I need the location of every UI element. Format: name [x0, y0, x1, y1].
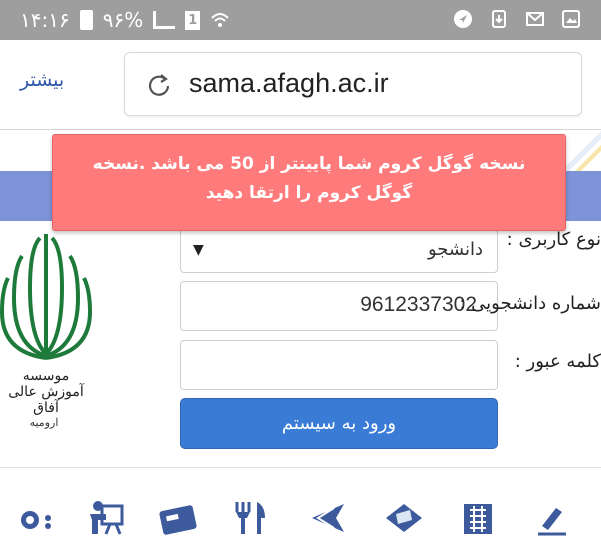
bank-card-icon[interactable]	[157, 498, 201, 538]
battery-icon	[79, 10, 93, 30]
logo-subtitle: ارومیه	[29, 416, 59, 429]
browser-screen: ۱۴:۱۶ ۹۶% 1 بیشتر sama.afagh.ac.ir موسسه…	[0, 0, 601, 556]
logo-caption: موسسه آموزش عالی آفاق	[8, 368, 84, 416]
restaurant-icon[interactable]	[227, 498, 271, 538]
student-id-input[interactable]: 9612337302	[180, 281, 498, 331]
building-icon[interactable]	[456, 498, 500, 538]
download-icon	[492, 10, 506, 28]
sim-indicator: 1	[185, 10, 201, 30]
browser-toolbar: بیشتر sama.afagh.ac.ir	[0, 40, 601, 130]
navigation-icon	[454, 10, 472, 28]
institute-logo: موسسه آموزش عالی آفاق ارومیه	[0, 228, 92, 438]
image-icon	[562, 10, 580, 28]
student-id-label: شماره دانشجویی :	[459, 293, 601, 314]
quick-access-bar	[0, 467, 601, 556]
password-label: کلمه عبور :	[514, 351, 601, 372]
settings-icon[interactable]	[14, 498, 58, 538]
login-button[interactable]: ورود به سیستم	[180, 398, 498, 449]
address-bar[interactable]: sama.afagh.ac.ir	[124, 52, 582, 116]
back-arrow-icon[interactable]	[304, 498, 348, 538]
user-type-value: دانشجو	[427, 239, 483, 260]
sms-icon[interactable]	[382, 498, 426, 538]
browser-version-alert: نسخه گوگل کروم شما پایینتر از 50 می باشد…	[52, 134, 566, 231]
corner-decoration	[561, 131, 601, 171]
dropdown-arrow-icon[interactable]: ▼	[193, 242, 204, 258]
presentation-icon[interactable]	[84, 498, 128, 538]
more-link[interactable]: بیشتر	[20, 69, 64, 91]
url-text[interactable]: sama.afagh.ac.ir	[189, 68, 389, 99]
wifi-icon	[211, 13, 229, 27]
signal-icon	[153, 11, 176, 29]
status-bar: ۱۴:۱۶ ۹۶% 1	[0, 0, 601, 40]
status-time: ۱۴:۱۶	[20, 8, 70, 32]
battery-level: ۹۶%	[102, 8, 144, 32]
logo-emblem-icon	[0, 234, 92, 360]
password-input[interactable]	[180, 340, 498, 390]
mail-icon	[526, 12, 544, 26]
user-type-label: نوع کاربری :	[506, 229, 601, 250]
reload-icon[interactable]	[145, 72, 173, 100]
status-left-group: ۱۴:۱۶ ۹۶% 1	[20, 8, 230, 32]
status-right-group	[453, 9, 581, 29]
user-type-select[interactable]: ▼ دانشجو	[180, 229, 498, 273]
edit-icon[interactable]	[530, 498, 574, 538]
